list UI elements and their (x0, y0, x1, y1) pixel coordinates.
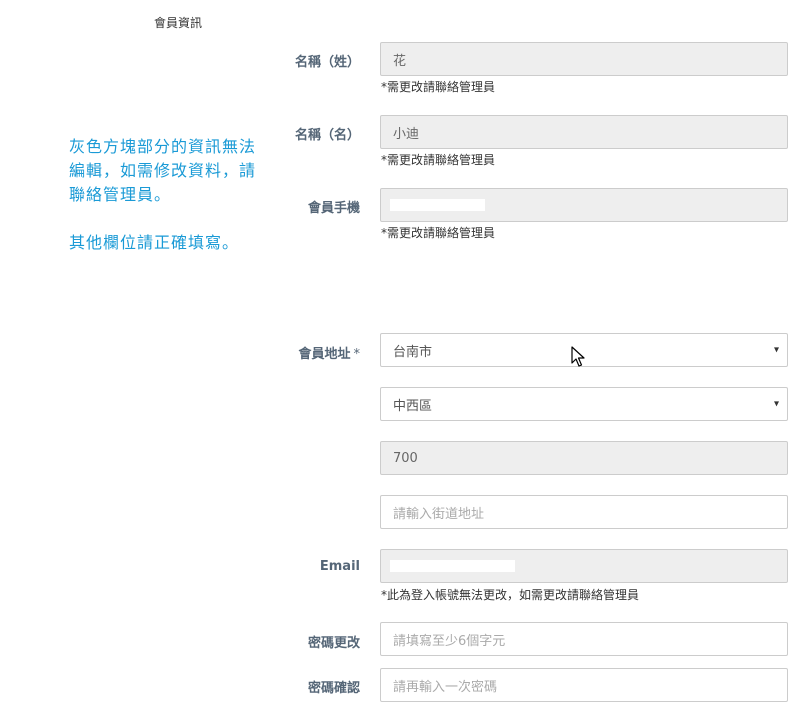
district-select[interactable]: 中西區 ▾ (380, 387, 788, 421)
district-select-value: 中西區 (393, 398, 433, 414)
mobile-field (380, 188, 788, 222)
address-label-text: 會員地址 (298, 347, 351, 362)
mobile-hint: *需更改請聯絡管理員 (381, 226, 496, 240)
city-select-value: 台南市 (393, 344, 433, 360)
street-address-input[interactable]: 請輸入街道地址 (380, 495, 788, 529)
email-field (380, 549, 788, 583)
password-confirm-input[interactable]: 請再輸入一次密碼 (380, 668, 788, 702)
mouse-cursor-icon (571, 346, 585, 367)
zip-field: 700 (380, 441, 788, 475)
section-title: 會員資訊 (154, 16, 203, 30)
notice-line-2: 其他欄位請正確填寫。 (69, 233, 240, 252)
last-name-label: 名稱（姓） (294, 55, 360, 70)
first-name-field: 小迪 (380, 115, 788, 149)
first-name-value: 小迪 (393, 126, 420, 142)
mobile-label: 會員手機 (307, 201, 360, 216)
password-label: 密碼更改 (307, 636, 360, 651)
email-hint: *此為登入帳號無法更改，如需更改請聯絡管理員 (381, 588, 640, 602)
password-input[interactable]: 請填寫至少6個字元 (380, 622, 788, 656)
password-confirm-placeholder: 請再輸入一次密碼 (393, 679, 498, 695)
last-name-value: 花 (393, 53, 407, 69)
first-name-hint: *需更改請聯絡管理員 (381, 153, 496, 167)
chevron-down-icon: ▾ (773, 344, 779, 356)
password-confirm-label: 密碼確認 (307, 681, 360, 696)
email-label: Email (319, 559, 360, 574)
last-name-field: 花 (380, 42, 788, 76)
chevron-down-icon: ▾ (773, 398, 779, 410)
password-placeholder: 請填寫至少6個字元 (393, 633, 506, 649)
mobile-value-redacted (390, 199, 485, 211)
zip-value: 700 (393, 450, 418, 466)
email-value-redacted (390, 560, 515, 572)
address-label: 會員地址 * (200, 343, 360, 362)
street-address-placeholder: 請輸入街道地址 (393, 506, 485, 522)
required-mark: * (353, 347, 361, 362)
first-name-label: 名稱（名） (294, 128, 360, 143)
last-name-hint: *需更改請聯絡管理員 (381, 80, 496, 94)
